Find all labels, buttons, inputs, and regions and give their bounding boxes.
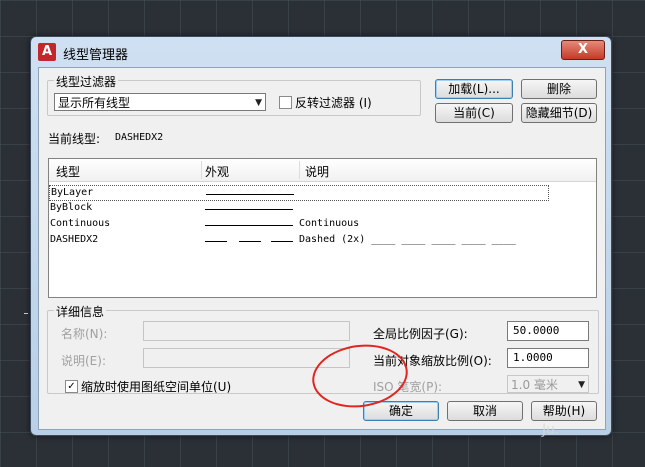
column-header-linetype[interactable]: 线型 [56, 163, 80, 180]
autocad-app-icon: A [38, 43, 56, 61]
table-row[interactable]: Continuous Continuous [49, 217, 559, 233]
linetype-name: DASHEDX2 [50, 234, 99, 245]
chevron-down-icon: ▼ [255, 98, 262, 108]
column-divider[interactable] [299, 161, 300, 179]
invert-filter-label: 反转过滤器 (I) [295, 96, 372, 110]
table-row[interactable]: DASHEDX2 Dashed (2x) ____ ____ ____ ____… [49, 233, 559, 249]
current-linetype-value: DASHEDX2 [115, 132, 164, 143]
linetype-preview [205, 225, 293, 226]
global-scale-input[interactable]: 50.0000 [507, 321, 589, 341]
chevron-down-icon: ▼ [578, 380, 585, 390]
linetype-preview [206, 194, 294, 195]
linetype-name: ByLayer [51, 187, 94, 198]
set-current-button[interactable]: 当前(C) [435, 103, 513, 123]
linetype-list[interactable]: 线型 外观 说明 ByLayer ByBlock Continuous Cont… [48, 158, 597, 298]
name-label: 名称(N): [61, 327, 108, 341]
list-header: 线型 外观 说明 [49, 159, 596, 182]
linetype-description: Dashed (2x) ____ ____ ____ ____ ____ [299, 234, 516, 245]
help-button[interactable]: 帮助(H) [531, 401, 597, 421]
name-field [143, 321, 350, 341]
column-header-description[interactable]: 说明 [305, 163, 329, 180]
linetype-preview [271, 241, 293, 242]
linetype-filter-select[interactable]: 显示所有线型 ▼ [54, 93, 266, 111]
hide-details-button[interactable]: 隐藏细节(D) [521, 103, 597, 123]
current-linetype-label: 当前线型: [48, 132, 101, 146]
close-button[interactable]: X [561, 40, 605, 60]
iso-pen-width-select: 1.0 毫米 ▼ [507, 375, 589, 393]
linetype-filter-value: 显示所有线型 [58, 96, 131, 110]
description-label: 说明(E): [61, 354, 106, 368]
paper-space-units-label: 缩放时使用图纸空间单位(U) [81, 380, 232, 394]
table-row[interactable]: ByLayer [49, 185, 549, 201]
linetype-name: ByBlock [50, 202, 93, 213]
global-scale-label: 全局比例因子(G): [373, 327, 468, 341]
table-row[interactable]: ByBlock [49, 201, 559, 217]
linetype-preview [205, 241, 227, 242]
linetype-description: Continuous [299, 218, 360, 229]
crosshair-mark [24, 313, 28, 314]
load-button[interactable]: 加载(L)... [435, 79, 513, 99]
column-header-appearance[interactable]: 外观 [205, 163, 229, 180]
filter-group-label: 线型过滤器 [54, 73, 119, 90]
object-scale-input[interactable]: 1.0000 [507, 348, 589, 368]
delete-button[interactable]: 删除 [521, 79, 597, 99]
cancel-button[interactable]: 取消 [447, 401, 523, 421]
iso-pen-width-value: 1.0 毫米 [511, 378, 558, 392]
linetype-preview [205, 209, 293, 210]
linetype-preview [239, 241, 261, 242]
details-group-label: 详细信息 [54, 303, 107, 320]
title-bar[interactable]: A 线型管理器 X [31, 37, 611, 67]
paper-space-units-checkbox[interactable]: ✓ [65, 380, 78, 393]
invert-filter-checkbox[interactable] [279, 96, 292, 109]
column-divider[interactable] [201, 161, 202, 179]
linetype-name: Continuous [50, 218, 111, 229]
watermark-text: Ju. [542, 422, 560, 438]
dialog-title: 线型管理器 [63, 48, 129, 63]
